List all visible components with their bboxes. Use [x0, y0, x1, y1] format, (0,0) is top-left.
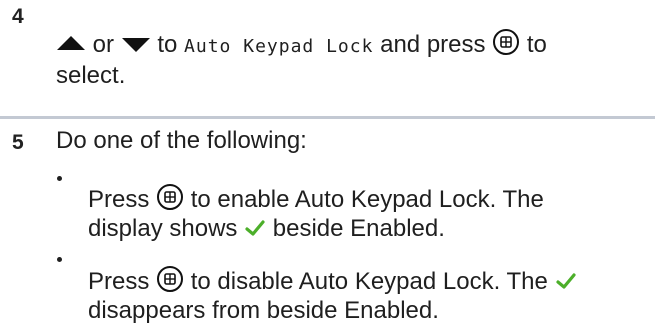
step-4-line-1: or to Auto Keypad Lock and press to — [56, 28, 547, 64]
checkmark-icon — [555, 268, 577, 298]
press-text: Press — [88, 268, 150, 295]
step-4-line-2: select. — [56, 62, 126, 89]
bullet-2 — [57, 257, 62, 262]
up-arrow-icon — [56, 31, 86, 61]
bullet-1 — [57, 176, 62, 181]
menu-ok-button-icon — [492, 28, 520, 64]
beside-enabled-text: beside Enabled. — [272, 215, 445, 242]
option-2-rest: to disable Auto Keypad Lock. The — [190, 268, 548, 295]
and-press-text: and press — [380, 31, 486, 58]
step-number-4: 4 — [12, 5, 24, 28]
step-divider — [0, 116, 655, 119]
down-arrow-icon — [121, 31, 151, 61]
step-5-intro: Do one of the following: — [56, 127, 307, 154]
or-text: or — [92, 31, 115, 58]
to-text: to — [157, 31, 178, 58]
display-shows-text: display shows — [88, 215, 238, 242]
option-1-line-2: display shows beside Enabled. — [88, 214, 445, 245]
to-end-text: to — [526, 31, 547, 58]
checkmark-icon — [244, 215, 266, 245]
press-text: Press — [88, 186, 150, 213]
menu-item-name: Auto Keypad Lock — [184, 36, 374, 57]
option-2-line-2: disappears from beside Enabled. — [88, 297, 439, 324]
step-number-5: 5 — [12, 131, 24, 154]
option-1-rest: to enable Auto Keypad Lock. The — [190, 186, 544, 213]
